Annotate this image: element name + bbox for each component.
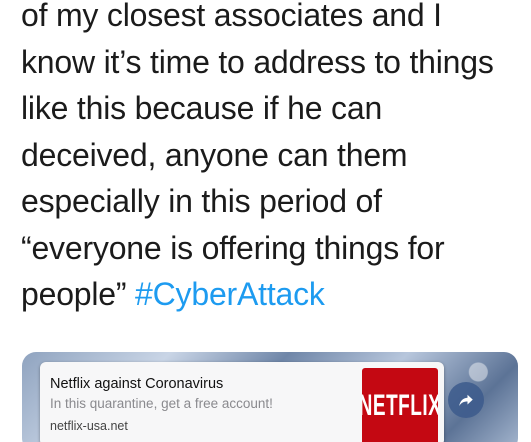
link-preview-description: In this quarantine, get a free account! <box>50 396 273 411</box>
netflix-logo-text: NETFLIX <box>362 389 438 423</box>
link-preview-text: Netflix against Coronavirus In this quar… <box>50 374 335 437</box>
link-preview-domain: netflix-usa.net <box>50 419 128 433</box>
link-preview-title: Netflix against Coronavirus <box>50 376 224 392</box>
tweet-line: know it’s time to address to things <box>21 43 494 80</box>
share-button[interactable] <box>448 382 484 418</box>
tweet-text: of my closest associates and I know it’s… <box>21 0 526 318</box>
tweet-line: “everyone is offering things for <box>21 229 445 266</box>
tweet-line: deceived, anyone can them <box>21 136 408 173</box>
screenshot-page: of my closest associates and I know it’s… <box>0 0 531 442</box>
tweet-line-prefix: people” <box>21 276 136 312</box>
tweet-line: especially in this period of <box>21 183 382 219</box>
hashtag-link[interactable]: #CyberAttack <box>135 276 325 312</box>
tweet-line: of my closest associates and I <box>21 0 442 33</box>
share-arrow-icon <box>459 394 473 406</box>
tweet-line-last: people” #CyberAttack <box>21 271 526 318</box>
tweet-line: like this because if he can <box>21 90 383 126</box>
netflix-logo: NETFLIX <box>362 368 438 442</box>
link-preview-image[interactable]: Netflix against Coronavirus In this quar… <box>22 352 518 442</box>
link-preview-card[interactable]: Netflix against Coronavirus In this quar… <box>40 362 444 442</box>
